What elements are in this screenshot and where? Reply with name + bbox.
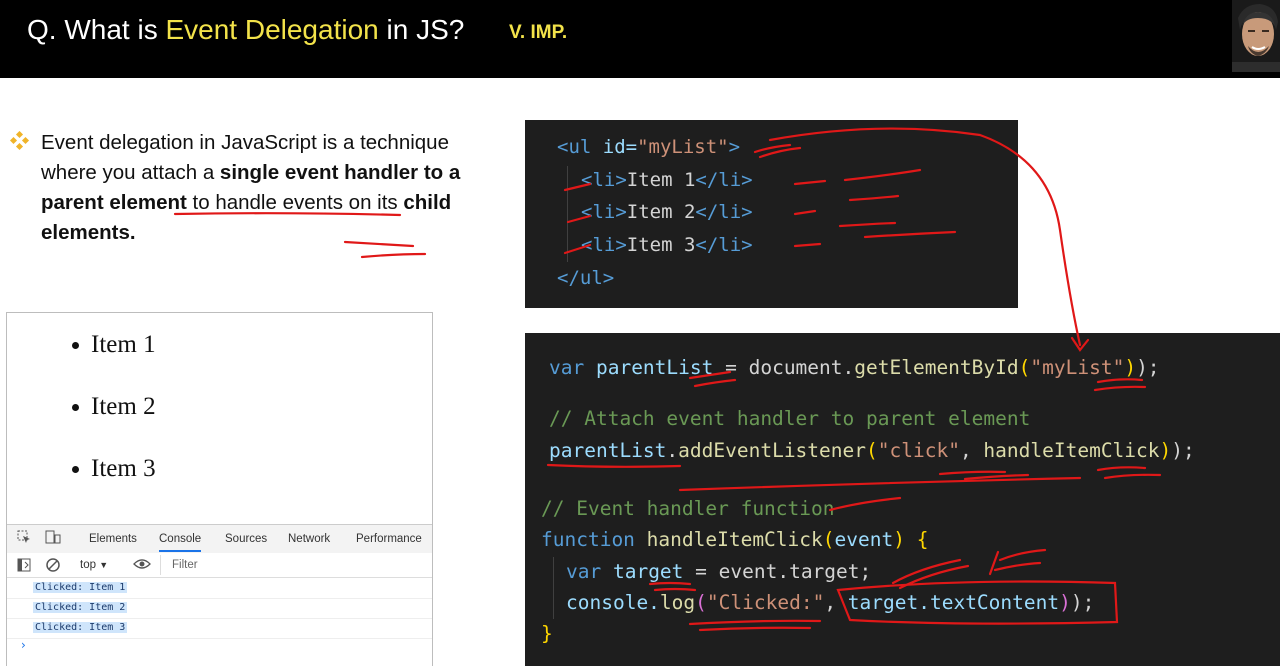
clear-console-icon[interactable] — [45, 557, 61, 576]
context-selector[interactable]: top ▼ — [80, 559, 108, 571]
rendered-list: Item 1 Item 2 Item 3 — [67, 327, 156, 513]
li-text: Item 3 — [626, 234, 696, 256]
inspect-element-icon[interactable] — [17, 530, 31, 547]
keyword: var — [549, 356, 585, 379]
ul-close-tag: </ul> — [557, 267, 615, 289]
code-line: function handleItemClick(event) { — [541, 528, 929, 551]
console-log-entry: Clicked: Item 3 — [7, 619, 432, 639]
code-comment: // Attach event handler to parent elemen… — [549, 407, 1031, 430]
tab-performance[interactable]: Performance — [356, 533, 422, 545]
variable: target — [601, 560, 684, 583]
toolbar-divider — [160, 555, 161, 575]
chevron-down-icon: ▼ — [99, 560, 109, 570]
code-line: <li>Item 2</li> — [581, 201, 753, 223]
function-name: getElementById — [854, 356, 1019, 379]
rendered-list-item[interactable]: Item 2 — [67, 389, 156, 451]
title-suffix: in JS? — [378, 14, 465, 45]
li-text: Item 1 — [626, 169, 696, 191]
code-line: var parentList = document.getElementById… — [549, 356, 1160, 379]
console-prompt[interactable]: › — [21, 638, 26, 652]
code-text: . — [666, 439, 679, 462]
devtools-tabbar: Elements Console Sources Network Perform… — [7, 524, 432, 554]
code-text: ); — [1171, 439, 1195, 462]
browser-preview: Item 1 Item 2 Item 3 Elements Console So… — [6, 312, 433, 666]
code-text: = document. — [713, 356, 855, 379]
string-literal: "myList" — [1030, 356, 1125, 379]
explanation-text: Event delegation in JavaScript is a tech… — [41, 128, 461, 248]
function-name: log — [659, 591, 696, 614]
code-text: , — [959, 439, 984, 462]
keyword: var — [566, 560, 602, 583]
console-toolbar: top ▼ Filter — [7, 553, 432, 578]
live-expression-eye-icon[interactable] — [133, 557, 151, 574]
code-line: <li>Item 1</li> — [581, 169, 753, 191]
html-code-panel: <ul id="myList"> <li>Item 1</li> <li>Ite… — [525, 120, 1018, 308]
code-line: parentList.addEventListener("click", han… — [549, 439, 1195, 462]
device-toolbar-icon[interactable] — [45, 530, 61, 547]
li-close-tag: </li> — [695, 201, 753, 223]
title-highlight: Event Delegation — [165, 14, 379, 45]
li-close-tag: </li> — [695, 169, 753, 191]
code-text: , — [824, 591, 848, 614]
console-log-text: Clicked: Item 1 — [33, 582, 128, 593]
tab-network[interactable]: Network — [288, 533, 330, 545]
ul-id-attr: id= — [591, 136, 638, 158]
li-open-tag: <li> — [581, 234, 627, 256]
indent-guide — [567, 166, 568, 262]
indent-guide — [553, 557, 554, 619]
tab-elements[interactable]: Elements — [89, 533, 137, 545]
page-title: Q. What is Event Delegation in JS? — [27, 14, 464, 46]
li-open-tag: <li> — [581, 169, 627, 191]
rendered-list-item[interactable]: Item 1 — [67, 327, 156, 389]
console-log-entry: Clicked: Item 2 — [7, 599, 432, 619]
console-log-list: Clicked: Item 1 Clicked: Item 2 Clicked:… — [7, 579, 432, 639]
function-name: handleItemClick — [634, 528, 823, 551]
diamond-bullet-icon — [9, 130, 30, 155]
li-text: Item 2 — [626, 201, 696, 223]
function-name: handleItemClick — [983, 439, 1160, 462]
code-line: <li>Item 3</li> — [581, 234, 753, 256]
variable: target.textContent — [847, 591, 1060, 614]
code-text: ); — [1136, 356, 1160, 379]
string-literal: "click" — [877, 439, 960, 462]
ul-id-value: "myList" — [637, 136, 729, 158]
ul-open-tag: <ul — [557, 136, 592, 158]
console-filter-input[interactable]: Filter — [172, 559, 198, 571]
context-value: top — [80, 559, 96, 571]
presenter-avatar — [1232, 0, 1280, 72]
string-literal: "Clicked:" — [706, 591, 825, 614]
rendered-list-item[interactable]: Item 3 — [67, 451, 156, 513]
title-bar: Q. What is Event Delegation in JS? V. IM… — [0, 0, 1280, 78]
variable: parentList — [584, 356, 714, 379]
keyword: function — [541, 528, 635, 551]
li-close-tag: </li> — [695, 234, 753, 256]
code-line: } — [541, 622, 553, 645]
sidebar-toggle-icon[interactable] — [17, 558, 31, 575]
code-line: console.log("Clicked:", target.textConte… — [566, 591, 1095, 614]
tab-sources[interactable]: Sources — [225, 533, 267, 545]
console-log-text: Clicked: Item 2 — [33, 602, 128, 613]
title-prefix: Q. What is — [27, 14, 166, 45]
ul-open-close: > — [728, 136, 741, 158]
code-text: = event.target; — [683, 560, 872, 583]
code-comment: // Event handler function — [541, 497, 835, 520]
code-text: ); — [1070, 591, 1095, 614]
li-open-tag: <li> — [581, 201, 627, 223]
importance-badge: V. IMP. — [509, 22, 568, 43]
function-name: addEventListener — [678, 439, 866, 462]
variable: parentList — [549, 439, 667, 462]
js-code-panel: var parentList = document.getElementById… — [525, 333, 1280, 666]
console-log-text: Clicked: Item 3 — [33, 622, 128, 633]
code-line: </ul> — [557, 267, 614, 289]
variable: event — [834, 528, 894, 551]
code-line: <ul id="myList"> — [557, 136, 740, 158]
explanation-part-2: to handle events on its — [186, 191, 404, 214]
console-log-entry: Clicked: Item 1 — [7, 579, 432, 599]
code-line: var target = event.target; — [566, 560, 871, 583]
tab-console[interactable]: Console — [159, 533, 202, 552]
variable: console. — [566, 591, 660, 614]
